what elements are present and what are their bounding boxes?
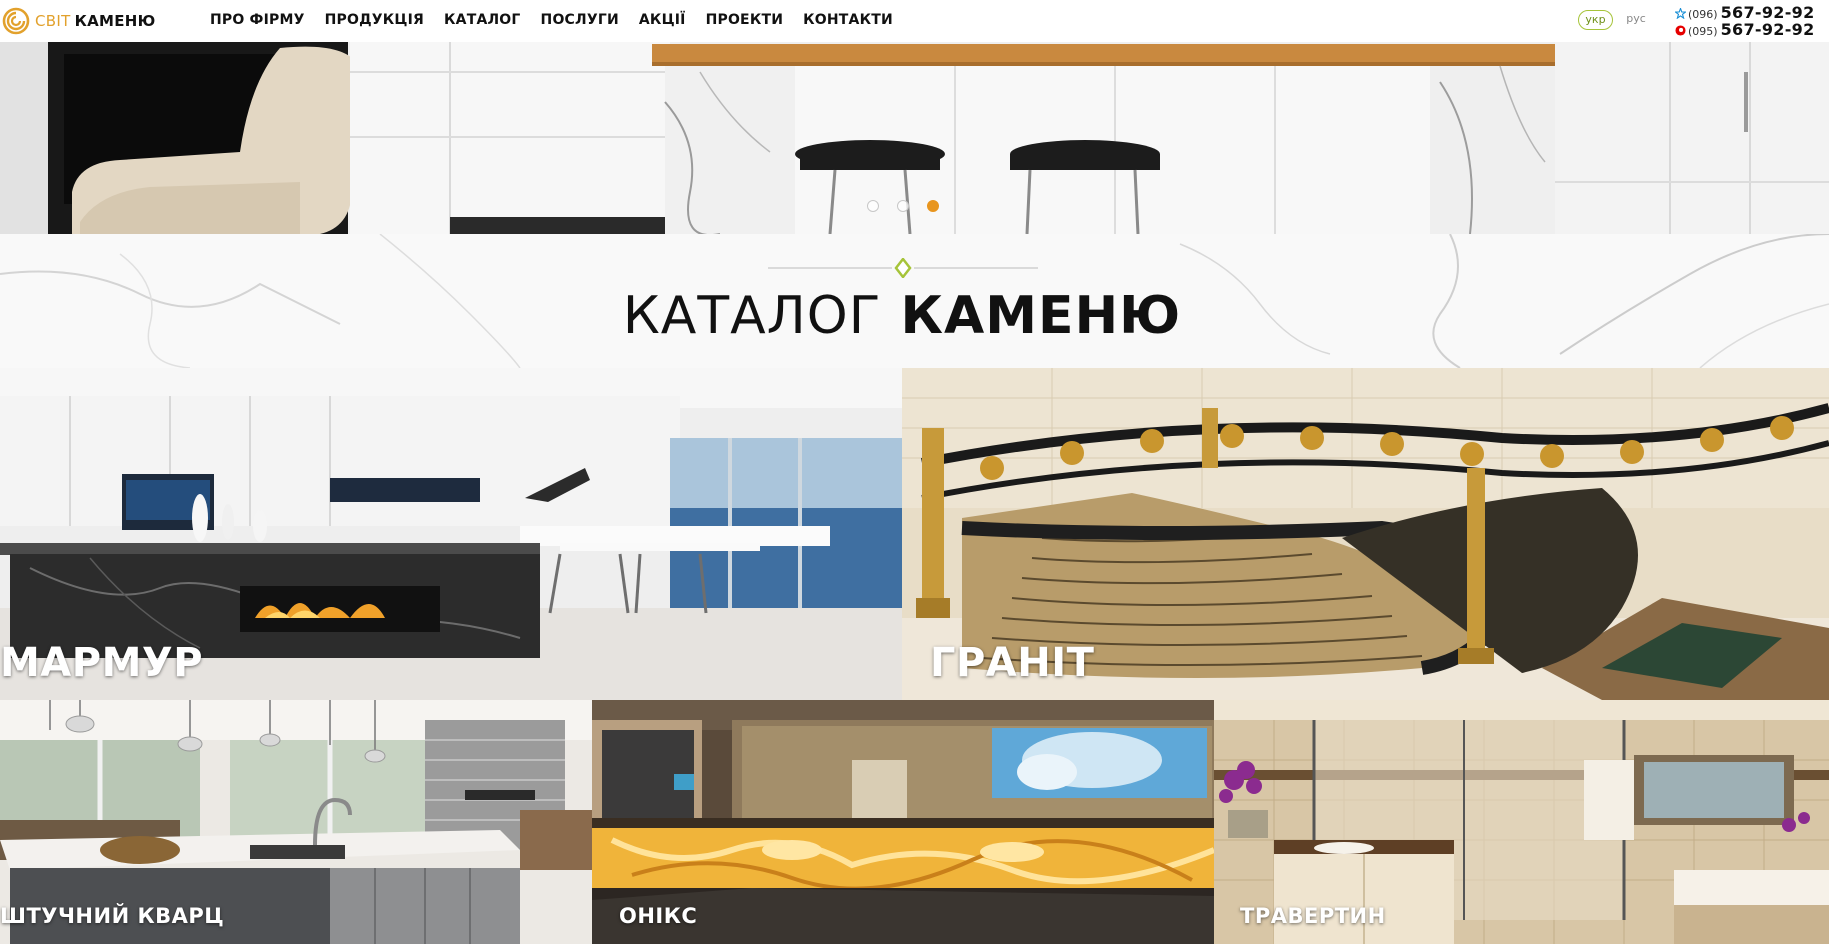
category-label-marble: МАРМУР [0,640,204,686]
category-tile-travertine[interactable]: ТРАВЕРТИН [1214,700,1829,944]
brand-name-light: СВІТ [35,12,71,30]
catalog-heading-section: КАТАЛОГ КАМЕНЮ [0,234,1829,368]
main-nav: ПРО ФІРМУ ПРОДУКЦІЯ КАТАЛОГ ПОСЛУГИ АКЦІ… [210,12,913,28]
category-label-quartz: ШТУЧНИЙ КВАРЦ [0,904,225,928]
nav-item-products[interactable]: ПРОДУКЦІЯ [325,12,424,28]
hero-slider [0,42,1829,234]
category-label-onyx: ОНІКС [619,904,698,928]
phone-kyivstar[interactable]: (096) 567-92-92 [1675,3,1825,22]
language-rus-button[interactable]: рус [1620,10,1652,30]
slider-dot-1[interactable] [867,200,879,212]
catalog-title-bold: КАМЕНЮ [900,286,1182,346]
category-tile-marble[interactable]: МАРМУР [0,368,902,700]
catalog-title-light: КАТАЛОГ [622,286,882,346]
site-header: СВІТ КАМЕНЮ ПРО ФІРМУ ПРОДУКЦІЯ КАТАЛОГ П… [0,0,1829,42]
divider-diamond-icon [768,258,1038,278]
phone-list: (096) 567-92-92 (095) 567-92-92 [1675,3,1825,39]
category-tile-quartz[interactable]: ШТУЧНИЙ КВАРЦ [0,700,592,944]
logo[interactable]: СВІТ КАМЕНЮ [2,7,156,35]
nav-item-contacts[interactable]: КОНТАКТИ [803,12,893,28]
spiral-logo-icon [2,7,30,35]
nav-item-catalog[interactable]: КАТАЛОГ [444,12,521,28]
nav-item-services[interactable]: ПОСЛУГИ [541,12,619,28]
category-label-granite: ГРАНІТ [930,640,1095,686]
slider-dot-3[interactable] [927,200,939,212]
kyivstar-star-icon [1675,8,1686,19]
slider-dot-2[interactable] [897,200,909,212]
nav-item-projects[interactable]: ПРОЕКТИ [706,12,784,28]
phone-code: (096) [1688,8,1718,21]
category-tile-granite[interactable]: ГРАНІТ [902,368,1829,700]
slider-dots [867,200,939,212]
nav-item-promotions[interactable]: АКЦІЇ [639,12,686,28]
phone-vodafone[interactable]: (095) 567-92-92 [1675,20,1825,39]
language-ukr-button[interactable]: укр [1578,10,1613,30]
phone-number: 567-92-92 [1720,20,1815,39]
catalog-title: КАТАЛОГ КАМЕНЮ [0,286,1804,346]
category-label-travertine: ТРАВЕРТИН [1240,904,1386,928]
category-tile-onyx[interactable]: ОНІКС [592,700,1214,944]
vodafone-icon [1675,25,1686,36]
phone-code: (095) [1688,25,1718,38]
brand-name: СВІТ КАМЕНЮ [35,12,156,30]
nav-item-about[interactable]: ПРО ФІРМУ [210,12,305,28]
brand-name-bold: КАМЕНЮ [74,12,156,30]
